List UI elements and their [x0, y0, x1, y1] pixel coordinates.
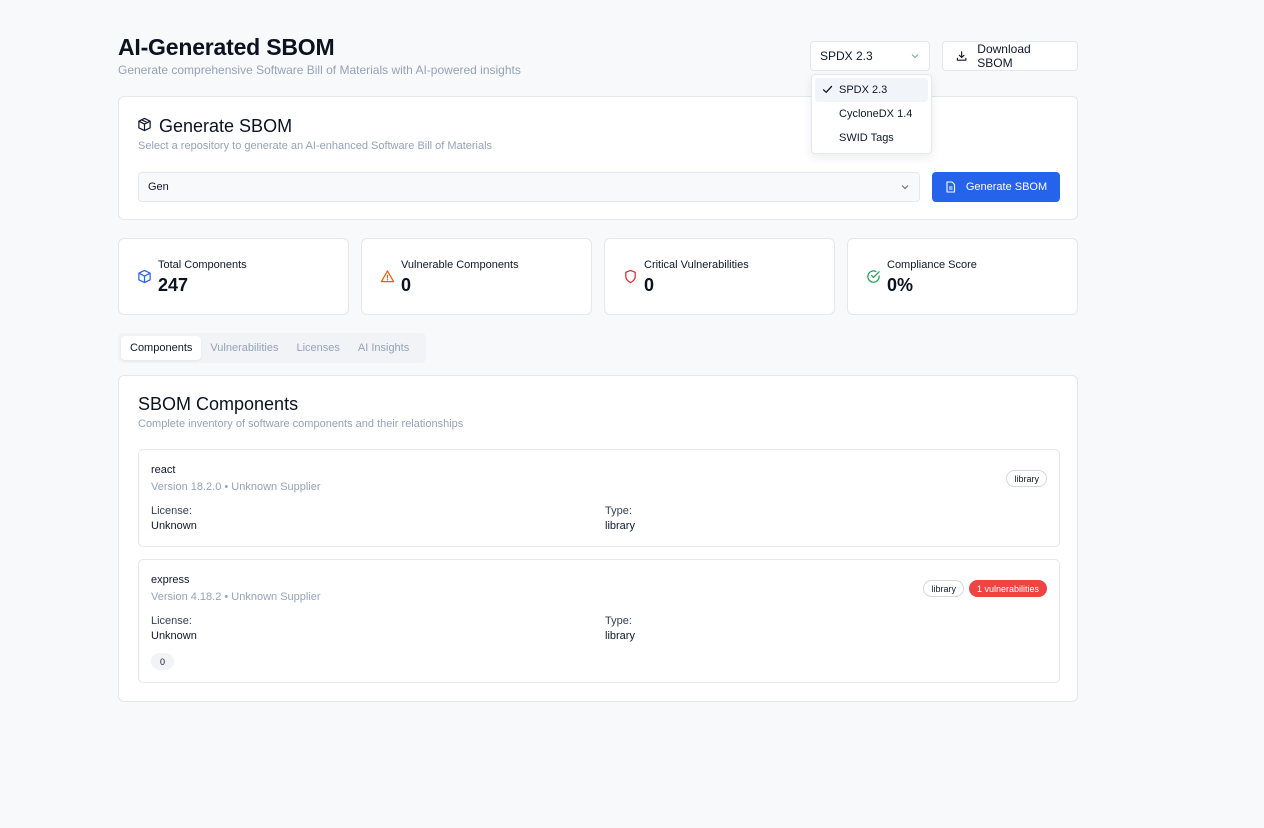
page-title: AI-Generated SBOM	[118, 34, 335, 60]
file-icon	[946, 181, 955, 193]
license-value: Unknown	[151, 630, 197, 642]
format-select[interactable]: SPDX 2.3	[810, 41, 930, 71]
package-icon	[138, 117, 151, 132]
component-name: express	[151, 574, 190, 586]
format-select-value: SPDX 2.3	[820, 49, 873, 63]
shield-icon	[625, 269, 636, 284]
sbom-components-description: Complete inventory of software component…	[138, 418, 464, 430]
generate-sbom-button[interactable]: Generate SBOM	[932, 172, 1060, 202]
component-name: react	[151, 464, 176, 476]
format-option-swid[interactable]: SWID Tags	[815, 126, 928, 150]
stat-label: Compliance Score	[887, 259, 977, 271]
stat-card-critical-vulnerabilities: Critical Vulnerabilities 0	[604, 238, 835, 315]
format-dropdown-menu: SPDX 2.3 CycloneDX 1.4 SWID Tags	[811, 74, 932, 154]
check-icon	[822, 85, 833, 93]
format-option-label: CycloneDX 1.4	[839, 108, 913, 120]
license-value: Unknown	[151, 520, 197, 532]
page-header: AI-Generated SBOM Generate comprehensive…	[118, 34, 1078, 82]
generate-sbom-button-label: Generate SBOM	[965, 181, 1048, 193]
stat-value: 0	[401, 275, 412, 295]
format-option-label: SPDX 2.3	[839, 84, 888, 96]
stat-label: Total Components	[158, 259, 247, 271]
tab-vulnerabilities[interactable]: Vulnerabilities	[201, 336, 287, 360]
stat-value: 247	[158, 275, 189, 295]
repository-select-value: Gen	[148, 181, 169, 193]
tab-ai-insights[interactable]: AI Insights	[349, 336, 418, 360]
count-pill: 0	[151, 653, 174, 670]
sbom-components-card: SBOM Components Complete inventory of so…	[118, 375, 1078, 702]
sbom-page: AI-Generated SBOM Generate comprehensive…	[0, 0, 1264, 828]
component-meta: Version 4.18.2 • Unknown Supplier	[151, 591, 321, 603]
chevron-down-icon	[901, 185, 909, 190]
stat-label: Vulnerable Components	[401, 259, 519, 271]
download-sbom-button[interactable]: Download SBOM	[942, 41, 1078, 71]
stat-card-compliance-score: Compliance Score 0%	[847, 238, 1078, 315]
download-sbom-label: Download SBOM	[977, 42, 1031, 70]
type-badge: library	[1006, 470, 1047, 487]
stat-label: Critical Vulnerabilities	[644, 259, 749, 271]
tab-licenses[interactable]: Licenses	[287, 336, 348, 360]
stat-card-total-components: Total Components 247	[118, 238, 349, 315]
type-badge: library	[923, 580, 964, 597]
generate-sbom-description: Select a repository to generate an AI-en…	[138, 140, 493, 152]
type-label: Type:	[605, 615, 632, 627]
tab-components[interactable]: Components	[121, 336, 202, 360]
sbom-components-title: SBOM Components	[138, 394, 299, 414]
package-icon	[138, 269, 151, 284]
warning-icon	[380, 270, 395, 283]
type-value: library	[605, 630, 635, 642]
license-label: License:	[151, 615, 192, 627]
license-label: License:	[151, 505, 192, 517]
download-icon	[956, 51, 967, 61]
page-subtitle: Generate comprehensive Software Bill of …	[118, 63, 521, 77]
tab-list: Components Vulnerabilities Licenses AI I…	[118, 333, 426, 363]
chevron-down-icon	[911, 54, 919, 59]
generate-sbom-card: Generate SBOM Select a repository to gen…	[118, 96, 1078, 220]
stat-value: 0	[644, 275, 655, 295]
component-item-express[interactable]: express Version 4.18.2 • Unknown Supplie…	[138, 559, 1060, 683]
check-circle-icon	[867, 270, 880, 283]
format-option-cyclonedx[interactable]: CycloneDX 1.4	[815, 102, 928, 126]
type-label: Type:	[605, 505, 632, 517]
type-value: library	[605, 520, 635, 532]
repository-select[interactable]: Gen	[138, 172, 920, 202]
component-item-react[interactable]: react Version 18.2.0 • Unknown Supplier …	[138, 449, 1060, 547]
stat-value: 0%	[887, 275, 914, 295]
format-option-spdx[interactable]: SPDX 2.3	[815, 78, 928, 102]
format-option-label: SWID Tags	[839, 132, 894, 144]
vulnerability-badge: 1 vulnerabilities	[968, 580, 1047, 597]
stat-card-vulnerable-components: Vulnerable Components 0	[361, 238, 592, 315]
component-meta: Version 18.2.0 • Unknown Supplier	[151, 481, 321, 493]
generate-sbom-title: Generate SBOM	[159, 116, 293, 136]
